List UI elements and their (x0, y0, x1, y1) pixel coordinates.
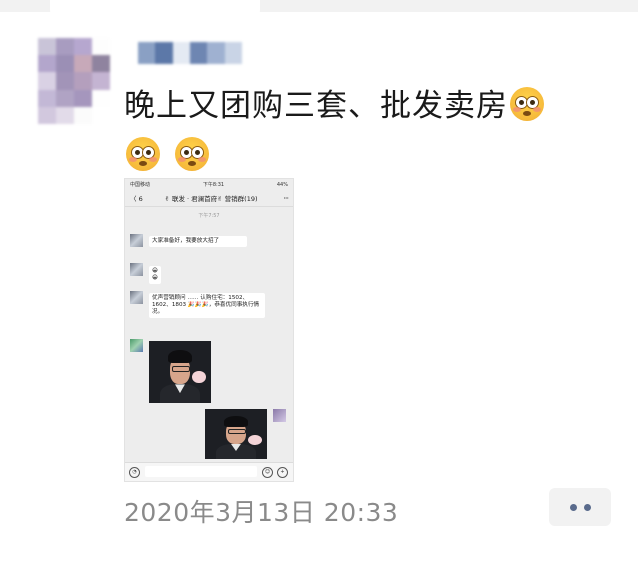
top-strip (0, 0, 638, 20)
inner-avatar (130, 339, 143, 352)
attached-chat-screenshot[interactable]: 中国移动 下午8:31 44% 〈 6 ✌ 联发 · 君澜首府✌ 营销群(19)… (124, 178, 294, 482)
inner-voice-icon: ◔ (129, 467, 140, 478)
more-dots-icon (583, 503, 591, 511)
inner-message: 优声营销顾问 …… 认购住宅：1502、1602、1803 🎉🎉🎉，恭喜优同事执… (149, 293, 265, 318)
inner-message: 😁😁 (149, 266, 161, 284)
inner-message: 大家准备好，我要放大招了 (149, 236, 247, 247)
flushed-face-icon (510, 87, 544, 121)
flushed-face-icon (126, 137, 160, 171)
inner-photo-message (205, 409, 267, 459)
inner-time-label: 下午7:57 (198, 213, 220, 219)
inner-avatar (273, 409, 286, 422)
post-timestamp: 2020年3月13日 20:33 (124, 498, 399, 527)
inner-status-bar: 中国移动 下午8:31 44% (125, 179, 293, 190)
post-text-content: 晚上又团购三套、批发卖房 (124, 88, 508, 124)
inner-plus-icon: + (277, 467, 288, 478)
username-blurred[interactable] (138, 42, 242, 64)
inner-battery: 44% (276, 181, 288, 188)
inner-emoji-icon: ☺ (262, 467, 273, 478)
inner-avatar (130, 263, 143, 276)
inner-avatar (130, 291, 143, 304)
inner-input-bar: ◔ ☺ + (125, 462, 293, 481)
avatar[interactable] (38, 38, 110, 124)
flushed-face-icon (174, 137, 209, 171)
inner-nav-bar: 〈 6 ✌ 联发 · 君澜首府✌ 营销群(19) ··· (125, 190, 293, 207)
comment-like-button[interactable] (549, 488, 611, 526)
inner-photo-message (149, 341, 211, 403)
inner-avatar (130, 234, 143, 247)
top-tab (50, 0, 260, 20)
more-dots-icon (569, 503, 577, 511)
inner-time: 下午8:31 (202, 182, 225, 188)
inner-more-icon: ··· (283, 193, 289, 203)
inner-group-title: ✌ 联发 · 君澜首府✌ 营销群(19) (164, 195, 258, 203)
inner-input-field (145, 466, 257, 477)
inner-carrier: 中国移动 (130, 182, 151, 188)
post-text: 晚上又团购三套、批发卖房 (124, 84, 604, 178)
inner-back: 〈 6 (130, 195, 143, 203)
